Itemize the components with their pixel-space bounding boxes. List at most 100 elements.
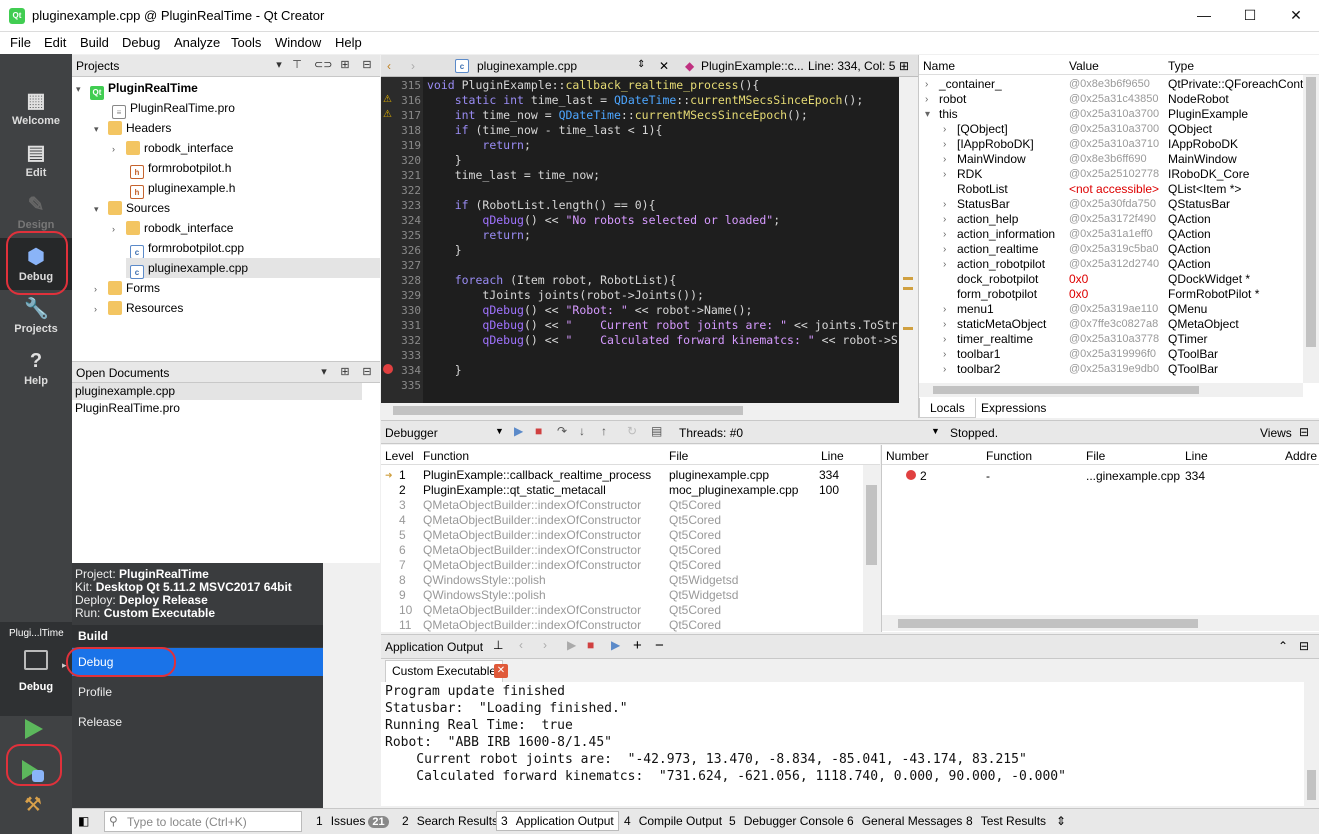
locals-row[interactable]: › [IAppRoboDK] @0x25a310a3710 IAppRoboDK xyxy=(919,137,1305,152)
open-document-item[interactable]: pluginexample.cpp xyxy=(72,383,362,400)
stack-frame-row[interactable]: 4 QMetaObjectBuilder::indexOfConstructor Q… xyxy=(381,513,861,528)
tree-item[interactable]: ▾ Qt PluginRealTime xyxy=(76,78,198,100)
open-document-item[interactable]: PluginRealTime.pro xyxy=(75,400,180,417)
debugger-selector[interactable]: Debugger xyxy=(385,426,438,440)
chevron-down-icon[interactable]: ▾ xyxy=(94,199,108,219)
expand-arrow-icon[interactable]: › xyxy=(943,332,946,347)
code-line[interactable]: } xyxy=(427,363,462,378)
operate-by-instruction-icon[interactable]: ▤ xyxy=(651,424,662,438)
tree-item[interactable]: › robodk_interface xyxy=(112,218,233,238)
build-option-profile[interactable]: Profile xyxy=(72,678,323,706)
chevron-right-icon[interactable]: › xyxy=(94,279,108,299)
line-number[interactable]: 320 xyxy=(381,153,421,168)
column-function[interactable]: Function xyxy=(423,449,469,463)
expand-arrow-icon[interactable]: › xyxy=(943,302,946,317)
scroll-thumb[interactable] xyxy=(1307,770,1316,800)
dropdown-arrow-icon[interactable]: ▼ xyxy=(931,426,940,436)
code-line[interactable]: qDebug() << " Calculated forward kinemat… xyxy=(427,333,897,348)
stack-frame-row[interactable]: 7 QMetaObjectBuilder::indexOfConstructor Q… xyxy=(381,558,861,573)
locals-row[interactable]: › robot @0x25a31c43850 NodeRobot xyxy=(919,92,1305,107)
locals-row[interactable]: › action_information @0x25a31a1eff0 QAction xyxy=(919,227,1305,242)
close-pane-icon[interactable]: ⊟ xyxy=(360,365,374,379)
line-number[interactable]: 315 xyxy=(381,78,421,93)
minimize-button[interactable]: — xyxy=(1181,0,1227,31)
restart-icon[interactable]: ↻ xyxy=(627,424,637,438)
expand-arrow-icon[interactable]: ▾ xyxy=(925,107,930,122)
next-icon[interactable]: › xyxy=(543,638,547,652)
column-line[interactable]: Line xyxy=(821,449,844,463)
locals-scrollbar[interactable] xyxy=(1303,75,1319,383)
column-function[interactable]: Function xyxy=(986,449,1032,463)
stack-frame-row[interactable]: 2 PluginExample::qt_static_metacall moc_pl… xyxy=(381,483,861,498)
line-number[interactable]: 329 xyxy=(381,288,421,303)
step-out-icon[interactable]: ↑ xyxy=(601,424,607,438)
output-pane-tab-search-results[interactable]: 2 Search Results xyxy=(402,814,498,828)
code-line[interactable]: int time_now = QDateTime::currentMSecsSi… xyxy=(427,108,808,123)
line-number[interactable]: 319 xyxy=(381,138,421,153)
locals-row[interactable]: › menu1 @0x25a319ae110 QMenu xyxy=(919,302,1305,317)
views-menu[interactable]: Views xyxy=(1260,426,1292,440)
tree-item[interactable]: › Forms xyxy=(94,278,160,298)
code-line[interactable]: qDebug() << "Robot: " << robot->Name(); xyxy=(427,303,752,318)
stack-frame-row[interactable]: 8 QWindowsStyle::polish Qt5Widgetsd xyxy=(381,573,861,588)
stack-scrollbar[interactable] xyxy=(863,465,880,632)
locals-row[interactable]: › MainWindow @0x8e3b6ff690 MainWindow xyxy=(919,152,1305,167)
close-pane-icon[interactable]: ⊟ xyxy=(1299,425,1309,439)
stack-frame-row[interactable]: 9 QWindowsStyle::polish Qt5Widgetsd xyxy=(381,588,861,603)
output-pane-tab-test-results[interactable]: 8 Test Results xyxy=(966,814,1046,828)
line-number[interactable]: 324 xyxy=(381,213,421,228)
dropdown-arrow-icon[interactable]: ⇕ xyxy=(637,59,645,70)
stack-frame-row[interactable]: ➜ 1 PluginExample::callback_realtime_proce… xyxy=(381,468,861,483)
mode-projects[interactable]: 🔧 Projects xyxy=(0,290,72,342)
expand-arrow-icon[interactable]: › xyxy=(943,137,946,152)
scroll-thumb[interactable] xyxy=(1306,77,1316,347)
zoom-in-icon[interactable]: + xyxy=(633,637,642,654)
column-level[interactable]: Level xyxy=(385,449,414,463)
expand-arrow-icon[interactable]: › xyxy=(943,167,946,182)
menu-window[interactable]: Window xyxy=(275,35,321,50)
line-number[interactable]: 325 xyxy=(381,228,421,243)
line-number[interactable]: 323 xyxy=(381,198,421,213)
scroll-thumb[interactable] xyxy=(393,406,743,415)
previous-icon[interactable]: ‹ xyxy=(519,638,523,652)
stop-debugger-icon[interactable]: ■ xyxy=(535,424,542,438)
expand-arrow-icon[interactable]: › xyxy=(943,212,946,227)
build-option-release[interactable]: Release xyxy=(72,708,323,736)
output-scrollbar[interactable] xyxy=(1304,682,1319,806)
locals-row[interactable]: › StatusBar @0x25a30fda750 QStatusBar xyxy=(919,197,1305,212)
back-arrow-icon[interactable]: ‹ xyxy=(387,59,391,73)
cursor-position[interactable]: Line: 334, Col: 5 xyxy=(808,59,895,73)
mode-help[interactable]: ? Help xyxy=(0,342,72,394)
mode-welcome[interactable]: ▦ Welcome xyxy=(0,82,72,134)
close-pane-icon[interactable]: ⊟ xyxy=(1299,639,1309,653)
expand-arrow-icon[interactable]: › xyxy=(943,347,946,362)
menu-file[interactable]: File xyxy=(10,35,31,50)
expand-arrow-icon[interactable]: › xyxy=(943,257,946,272)
stop-icon[interactable]: ■ xyxy=(587,638,594,652)
menu-analyze[interactable]: Analyze xyxy=(174,35,220,50)
menu-debug[interactable]: Debug xyxy=(122,35,160,50)
code-line[interactable]: qDebug() << " Current robot joints are: … xyxy=(427,318,897,333)
menu-edit[interactable]: Edit xyxy=(44,35,66,50)
code-editor[interactable]: 315 316 317 318 319 320 321 322 323 324 325 326 327 3… xyxy=(381,77,899,403)
code-line[interactable]: static int time_last = QDateTime::curren… xyxy=(427,93,864,108)
line-number[interactable]: 328 xyxy=(381,273,421,288)
breakpoints-hscrollbar[interactable] xyxy=(882,615,1319,631)
column-type[interactable]: Type xyxy=(1168,59,1194,73)
scroll-thumb[interactable] xyxy=(866,485,877,565)
breakpoint-row[interactable]: 2 - ...ginexample.cpp 334 xyxy=(882,469,1319,484)
mode-edit[interactable]: ▤ Edit xyxy=(0,134,72,186)
debug-run-icon[interactable]: ▶ xyxy=(611,638,620,652)
line-number[interactable]: 335 xyxy=(381,378,421,393)
stack-frame-row[interactable]: 5 QMetaObjectBuilder::indexOfConstructor Q… xyxy=(381,528,861,543)
kit-selector[interactable]: Plugi...lTime ▸ Debug xyxy=(0,622,72,716)
run-button[interactable] xyxy=(25,719,43,739)
line-number[interactable]: 333 xyxy=(381,348,421,363)
column-number[interactable]: Number xyxy=(886,449,929,463)
line-number[interactable]: 332 xyxy=(381,333,421,348)
locals-row[interactable]: › action_help @0x25a3172f490 QAction xyxy=(919,212,1305,227)
locals-row[interactable]: › [QObject] @0x25a310a3700 QObject xyxy=(919,122,1305,137)
code-line[interactable]: } xyxy=(427,243,462,258)
tree-item[interactable]: ▾ Sources xyxy=(94,198,170,218)
close-button[interactable]: ✕ xyxy=(1273,0,1319,31)
